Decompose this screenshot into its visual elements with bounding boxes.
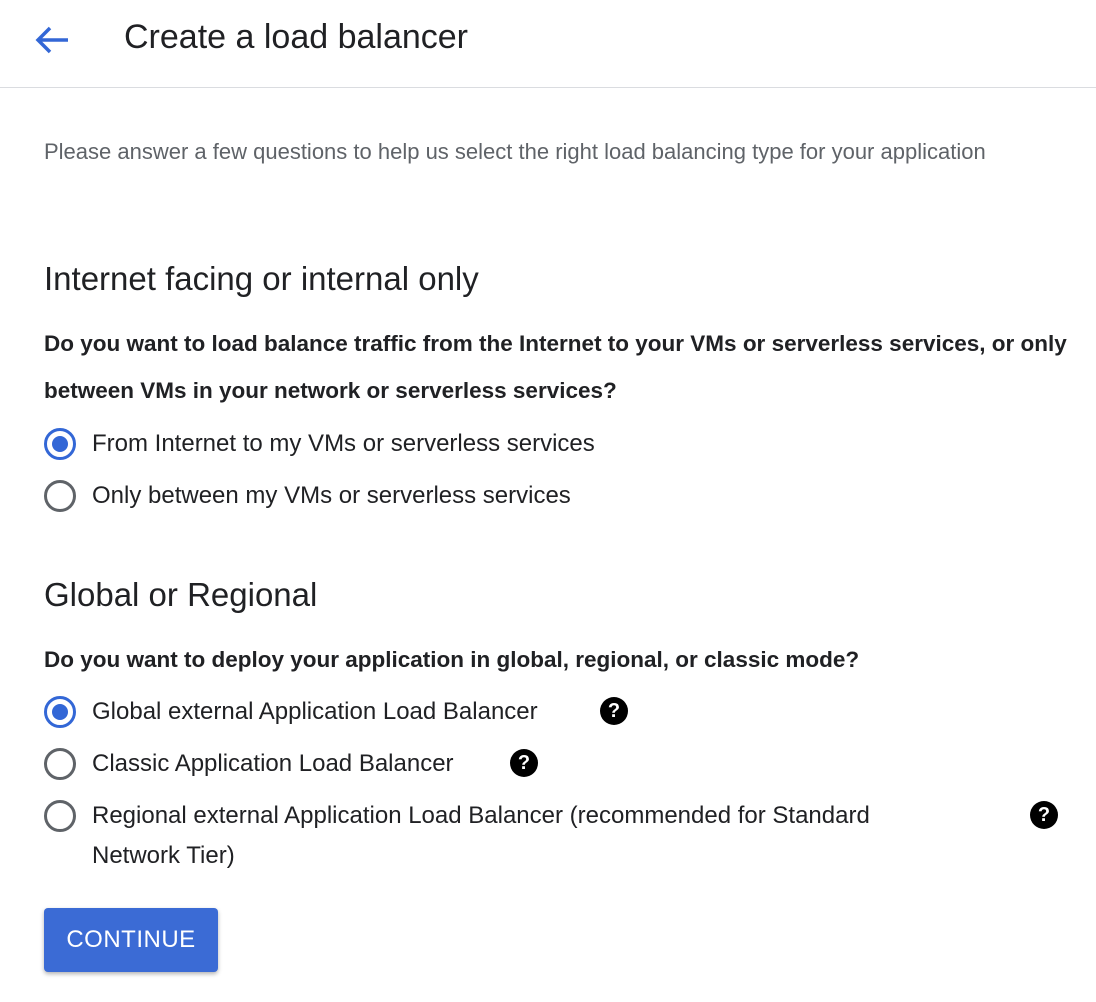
radio-option-global-external[interactable]: Global external Application Load Balance… bbox=[44, 696, 538, 732]
question-internet-facing: Do you want to load balance traffic from… bbox=[44, 331, 1067, 403]
radio-option-from-internet[interactable]: From Internet to my VMs or serverless se… bbox=[44, 428, 595, 464]
question-global-regional: Do you want to deploy your application i… bbox=[44, 647, 860, 672]
page-title: Create a load balancer bbox=[124, 18, 469, 56]
section-title-global-regional: Global or Regional bbox=[44, 576, 318, 613]
section-title-internet-facing: Internet facing or internal only bbox=[44, 260, 479, 297]
radio-option-classic[interactable]: Classic Application Load Balancer bbox=[44, 748, 454, 784]
continue-button[interactable]: CONTINUE bbox=[44, 908, 218, 972]
help-icon[interactable]: ? bbox=[1030, 801, 1058, 829]
radio-label: Regional external Application Load Balan… bbox=[92, 802, 870, 869]
radio-button-unchecked[interactable] bbox=[44, 748, 76, 780]
radio-label: From Internet to my VMs or serverless se… bbox=[92, 430, 595, 457]
radio-label: Global external Application Load Balance… bbox=[92, 698, 538, 725]
radio-option-only-between[interactable]: Only between my VMs or serverless servic… bbox=[44, 480, 571, 516]
arrow-left-icon[interactable] bbox=[34, 25, 70, 55]
radio-button-unchecked[interactable] bbox=[44, 480, 76, 512]
radio-button-checked[interactable] bbox=[44, 696, 76, 728]
help-icon[interactable]: ? bbox=[600, 697, 628, 725]
radio-button-checked[interactable] bbox=[44, 428, 76, 460]
radio-button-unchecked[interactable] bbox=[44, 800, 76, 832]
radio-label: Only between my VMs or serverless servic… bbox=[92, 482, 571, 509]
back-button[interactable] bbox=[30, 20, 74, 60]
page-header: Create a load balancer bbox=[0, 0, 1096, 88]
radio-option-regional-external[interactable]: Regional external Application Load Balan… bbox=[44, 800, 944, 876]
help-icon[interactable]: ? bbox=[510, 749, 538, 777]
intro-text: Please answer a few questions to help us… bbox=[44, 139, 986, 164]
radio-label: Classic Application Load Balancer bbox=[92, 750, 454, 777]
